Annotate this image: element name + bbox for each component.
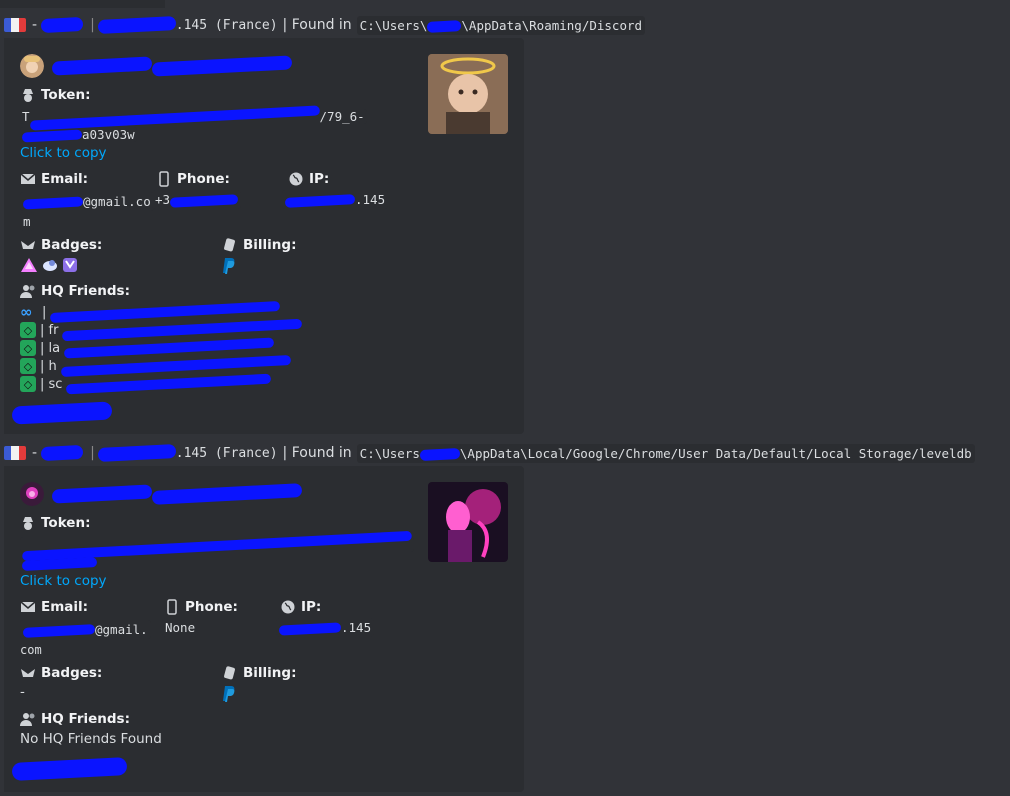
entry-header: - | .145 (France) | Found in C:\Users\ \A… bbox=[4, 14, 646, 36]
token-value: T/79_6- a03v03w bbox=[20, 104, 367, 144]
friend-item: ◇ | sc bbox=[20, 373, 272, 395]
globe-icon bbox=[288, 171, 304, 187]
entry-header: - | .145 (France) | Found in C:\Users \Ap… bbox=[4, 442, 975, 464]
hypesquad-balance-badge-icon bbox=[21, 258, 37, 272]
top-bar-remnant bbox=[0, 0, 165, 8]
phone-value: None bbox=[162, 618, 199, 637]
envelope-icon bbox=[20, 171, 36, 187]
badges-title: Badges: bbox=[20, 237, 102, 253]
badges-list bbox=[20, 257, 78, 273]
email-title: Email: bbox=[20, 599, 88, 615]
nitro-boost-icon: ◇ bbox=[20, 358, 36, 374]
friend-item: ∞ | bbox=[20, 300, 281, 324]
header-ip: .145 (France) bbox=[175, 17, 278, 33]
hq-friends-value: No HQ Friends Found bbox=[20, 731, 162, 747]
redaction bbox=[97, 15, 177, 35]
paypal-icon bbox=[223, 686, 235, 702]
mobile-phone-icon bbox=[156, 171, 172, 187]
badges-value: - bbox=[20, 684, 25, 700]
nitro-boost-icon: ◇ bbox=[20, 340, 36, 356]
spy-icon bbox=[20, 87, 36, 103]
click-to-copy-link[interactable]: Click to copy bbox=[20, 145, 107, 161]
billing-title: Billing: bbox=[222, 237, 296, 253]
redaction bbox=[151, 483, 303, 505]
user-avatar bbox=[20, 482, 44, 506]
header-found-in: | Found in bbox=[282, 17, 352, 33]
mobile-phone-icon bbox=[164, 599, 180, 615]
nitro-boost-icon: ◇ bbox=[20, 376, 36, 392]
phone-value: +3 bbox=[152, 190, 242, 209]
user-thumbnail bbox=[428, 54, 508, 134]
credit-card-icon bbox=[222, 237, 238, 253]
redaction bbox=[97, 443, 177, 463]
redaction bbox=[51, 484, 153, 504]
hq-friends-title: HQ Friends: bbox=[20, 711, 130, 727]
envelope-icon bbox=[20, 599, 36, 615]
ip-title: IP: bbox=[280, 599, 321, 615]
user-thumbnail bbox=[428, 482, 508, 562]
redaction bbox=[40, 16, 84, 34]
credit-card-icon bbox=[222, 665, 238, 681]
france-flag-icon bbox=[4, 18, 26, 32]
ip-title: IP: bbox=[288, 171, 329, 187]
user-icon bbox=[20, 283, 36, 299]
infinity-icon: ∞ bbox=[20, 303, 33, 321]
friend-item: ◇ | la bbox=[20, 337, 275, 359]
phone-title: Phone: bbox=[164, 599, 238, 615]
ip-value: .145 bbox=[276, 618, 375, 637]
badge-icon bbox=[20, 237, 36, 253]
token-value bbox=[20, 530, 414, 572]
nitro-badge-icon bbox=[63, 258, 77, 272]
phone-title: Phone: bbox=[156, 171, 230, 187]
email-title: Email: bbox=[20, 171, 88, 187]
france-flag-icon bbox=[4, 446, 26, 460]
footer-redaction bbox=[11, 756, 128, 781]
email-value: @gmail. com bbox=[20, 620, 151, 660]
embed-card: Token: T/79_6- a03v03w Click to copy Ema… bbox=[4, 38, 524, 434]
footer-redaction bbox=[11, 400, 113, 425]
header-path: C:\Users\ \AppData\Roaming/Discord bbox=[356, 15, 646, 35]
friend-item: ◇ | fr bbox=[20, 318, 303, 342]
embed-card: Token: Click to copy Email: @gmail. com … bbox=[4, 466, 524, 792]
header-dash: - bbox=[32, 445, 38, 461]
click-to-copy-link[interactable]: Click to copy bbox=[20, 573, 107, 589]
badge-icon bbox=[20, 665, 36, 681]
globe-icon bbox=[280, 599, 296, 615]
embed-author bbox=[20, 54, 293, 78]
user-icon bbox=[20, 711, 36, 727]
billing-title: Billing: bbox=[222, 665, 296, 681]
nitro-boost-icon: ◇ bbox=[20, 322, 36, 338]
user-avatar bbox=[20, 54, 44, 78]
spy-icon bbox=[20, 515, 36, 531]
early-supporter-badge-icon bbox=[43, 260, 57, 271]
token-title: Token: bbox=[20, 515, 90, 531]
header-found-in: | Found in bbox=[282, 445, 352, 461]
header-path: C:\Users \AppData\Local/Google/Chrome/Use… bbox=[356, 443, 975, 463]
friend-item: ◇ | h bbox=[20, 354, 291, 378]
hq-friends-title: HQ Friends: bbox=[20, 283, 130, 299]
redaction bbox=[51, 56, 153, 76]
embed-author bbox=[20, 482, 303, 506]
email-value: @gmail.co m bbox=[20, 192, 154, 232]
paypal-icon bbox=[223, 258, 235, 274]
header-ip: .145 (France) bbox=[175, 445, 278, 461]
redaction bbox=[151, 55, 293, 77]
ip-value: .145 bbox=[282, 190, 389, 209]
token-title: Token: bbox=[20, 87, 90, 103]
badges-title: Badges: bbox=[20, 665, 102, 681]
header-dash: - bbox=[32, 17, 38, 33]
redaction bbox=[40, 444, 84, 462]
